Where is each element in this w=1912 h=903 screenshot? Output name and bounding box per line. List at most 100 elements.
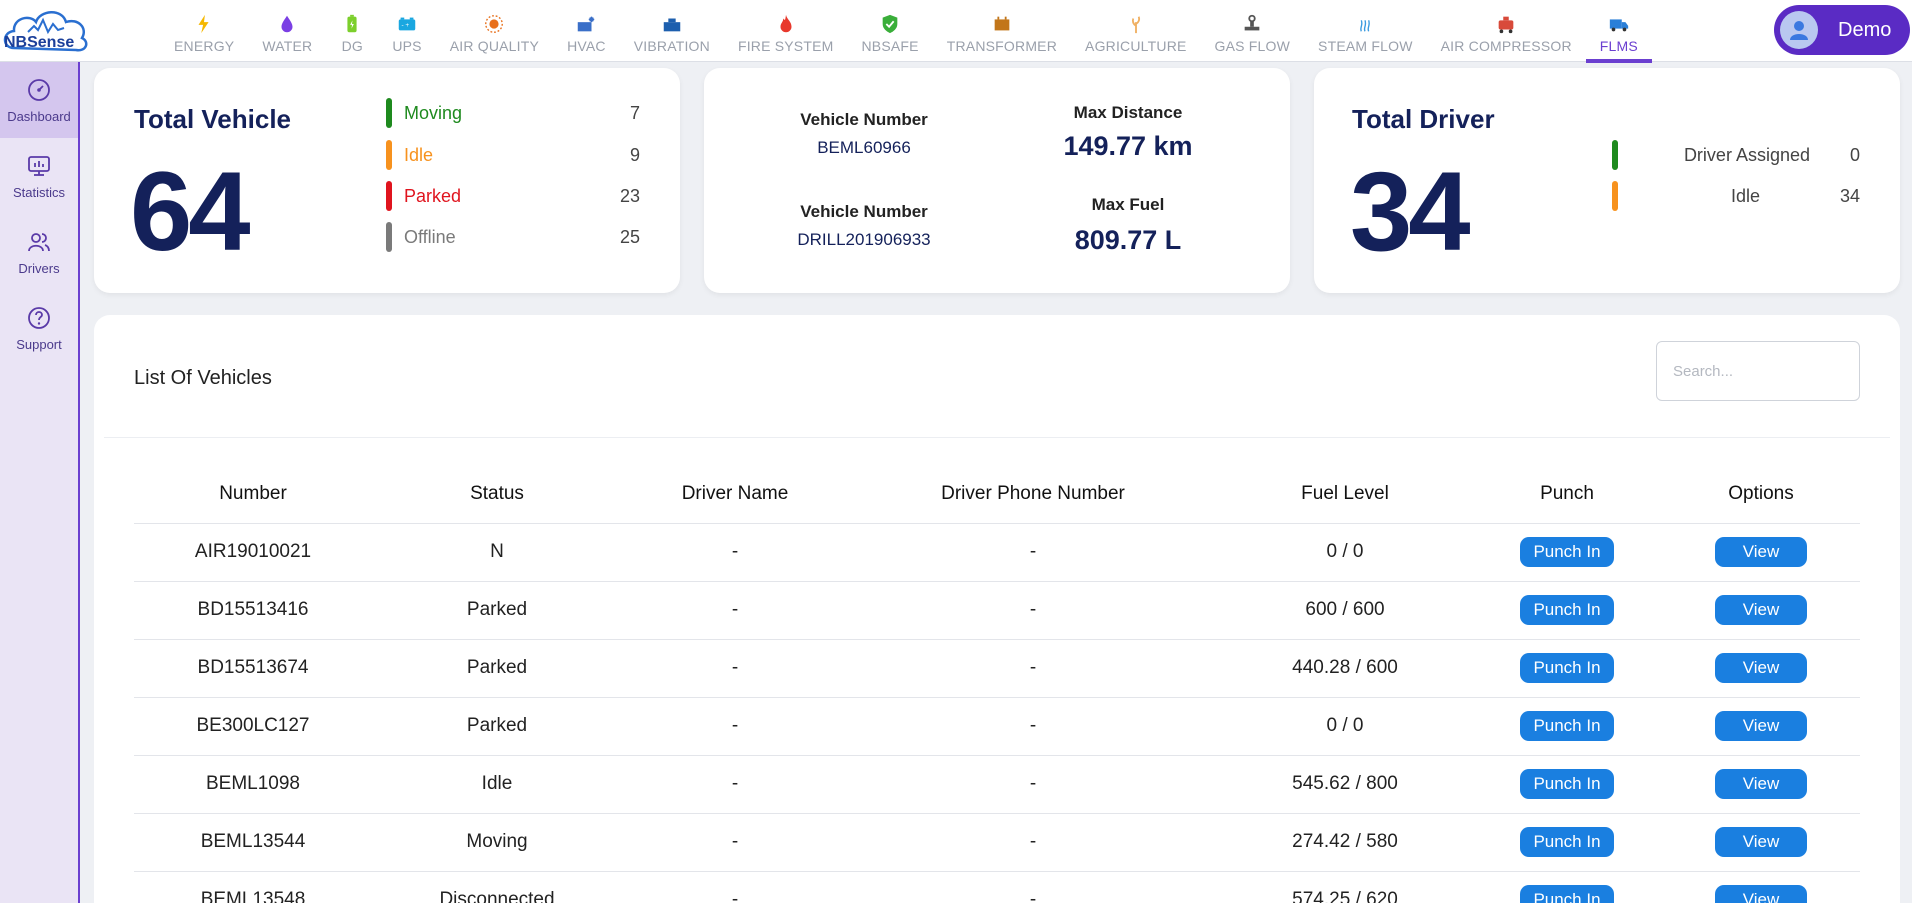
column-header-status[interactable]: Status <box>372 465 622 524</box>
nav-item-gas-flow[interactable]: GAS FLOW <box>1201 0 1305 62</box>
column-header-options[interactable]: Options <box>1662 465 1860 524</box>
shield-check-icon <box>878 12 902 36</box>
punch-in-button[interactable]: Punch In <box>1520 827 1614 857</box>
compressor-icon <box>1494 12 1518 36</box>
punch-cell: Punch In <box>1472 697 1662 756</box>
vehicle-stat-moving[interactable]: Moving <box>386 98 462 128</box>
driver-name-cell: - <box>622 813 848 872</box>
status-color-bar <box>386 98 392 128</box>
max-stats-card: Vehicle Number BEML60966 Max Distance 14… <box>704 68 1290 293</box>
sidebar-item-dashboard[interactable]: Dashboard <box>0 62 78 138</box>
max-fuel-value: 809.77 L <box>1074 225 1182 255</box>
punch-in-button[interactable]: Punch In <box>1520 769 1614 799</box>
steam-icon <box>1353 12 1377 36</box>
nav-item-air-compressor[interactable]: AIR COMPRESSOR <box>1427 0 1586 62</box>
sidebar-item-support[interactable]: Support <box>0 290 78 366</box>
view-button[interactable]: View <box>1715 653 1807 683</box>
nav-item-hvac[interactable]: HVAC <box>553 0 620 62</box>
fire-icon <box>774 12 798 36</box>
driver-phone-cell: - <box>848 871 1218 903</box>
vehicle-table: Number Status Driver Name Driver Phone N… <box>134 465 1860 903</box>
column-header-driver-phone[interactable]: Driver Phone Number <box>848 465 1218 524</box>
status-color-bar <box>386 140 392 170</box>
nav-item-fire-system[interactable]: FIRE SYSTEM <box>724 0 848 62</box>
max-distance-label: Max Distance <box>1073 103 1183 122</box>
vehicle-list-card: List Of Vehicles Number Status Driver Na… <box>94 315 1900 903</box>
table-row[interactable]: BEML13548 Disconnected - -574.25 / 620 Punch… <box>134 871 1860 903</box>
nav-item-vibration[interactable]: VIBRATION <box>620 0 724 62</box>
table-row[interactable]: BEML13544 Moving - -274.42 / 580 Punch In Vie… <box>134 813 1860 872</box>
hvac-icon <box>574 12 598 36</box>
column-header-driver-name[interactable]: Driver Name <box>622 465 848 524</box>
column-header-number[interactable]: Number <box>134 465 372 524</box>
view-button[interactable]: View <box>1715 711 1807 741</box>
view-button[interactable]: View <box>1715 769 1807 799</box>
user-menu-button[interactable]: Demo <box>1774 5 1910 55</box>
nav-item-ups[interactable]: - + UPS <box>378 0 435 62</box>
table-row[interactable]: AIR19010021 N - -0 / 0 Punch In View <box>134 523 1860 582</box>
punch-in-button[interactable]: Punch In <box>1520 653 1614 683</box>
table-row[interactable]: BD15513416 Parked - -600 / 600 Punch In View <box>134 581 1860 640</box>
max-fuel-vehicle-number: DRILL201906933 <box>797 230 931 249</box>
table-row[interactable]: BEML1098 Idle - -545.62 / 800 Punch In View <box>134 755 1860 814</box>
nav-item-energy[interactable]: ENERGY <box>160 0 248 62</box>
vehicle-number-cell: BEML1098 <box>134 755 372 814</box>
punch-in-button[interactable]: Punch In <box>1520 885 1614 903</box>
sidebar-item-drivers[interactable]: Drivers <box>0 214 78 290</box>
total-vehicle-title: Total Vehicle <box>134 104 292 134</box>
table-row[interactable]: BD15513674 Parked - -440.28 / 600 Punch In Vi… <box>134 639 1860 698</box>
battery-icon <box>340 12 364 36</box>
nav-item-flms[interactable]: FLMS <box>1585 0 1653 63</box>
column-header-fuel-level[interactable]: Fuel Level <box>1218 465 1472 524</box>
stat-value: 25 <box>619 227 640 247</box>
column-header-punch[interactable]: Punch <box>1472 465 1662 524</box>
search-input[interactable] <box>1656 341 1860 401</box>
driver-stat-idle[interactable] <box>1612 181 1618 211</box>
nav-item-nbsafe[interactable]: NBSAFE <box>848 0 933 62</box>
air-quality-icon <box>482 12 506 36</box>
driver-name-cell: - <box>622 523 848 582</box>
punch-cell: Punch In <box>1472 813 1662 872</box>
view-button[interactable]: View <box>1715 827 1807 857</box>
stat-label: Idle <box>1730 186 1760 206</box>
stat-value: 23 <box>619 186 640 206</box>
options-cell: View <box>1662 755 1860 814</box>
view-button[interactable]: View <box>1715 595 1807 625</box>
punch-cell: Punch In <box>1472 581 1662 640</box>
list-title: List Of Vehicles <box>134 367 272 389</box>
vehicle-stat-parked[interactable]: Parked <box>386 181 461 211</box>
fuel-level-cell: 0 / 0 <box>1218 697 1472 756</box>
sidebar-item-statistics[interactable]: Statistics <box>0 138 78 214</box>
nav-item-water[interactable]: WATER <box>248 0 326 62</box>
punch-in-button[interactable]: Punch In <box>1520 537 1614 567</box>
nav-item-dg[interactable]: DG <box>326 0 378 62</box>
user-avatar-icon <box>1780 11 1818 49</box>
driver-name-cell: - <box>622 871 848 903</box>
car-battery-icon: - + <box>395 12 419 36</box>
driver-phone-cell: - <box>848 581 1218 640</box>
driver-stat-assigned[interactable] <box>1612 140 1618 170</box>
fuel-level-cell: 600 / 600 <box>1218 581 1472 640</box>
svg-text:- +: - + <box>402 22 410 29</box>
punch-in-button[interactable]: Punch In <box>1520 711 1614 741</box>
nav-item-transformer[interactable]: TRANSFORMER <box>933 0 1071 62</box>
nav-item-agriculture[interactable]: AGRICULTURE <box>1071 0 1201 62</box>
total-driver-title: Total Driver <box>1352 104 1495 134</box>
view-button[interactable]: View <box>1715 885 1807 903</box>
vehicle-number-cell: BEML13544 <box>134 813 372 872</box>
nav-item-label: UPS <box>392 38 422 54</box>
nav-item-air-quality[interactable]: AIR QUALITY <box>436 0 553 62</box>
nbsense-logo[interactable]: NBSense <box>0 2 92 60</box>
vehicle-stat-idle[interactable]: Idle <box>386 140 433 170</box>
view-button[interactable]: View <box>1715 537 1807 567</box>
punch-in-button[interactable]: Punch In <box>1520 595 1614 625</box>
nav-item-steam-flow[interactable]: STEAM FLOW <box>1304 0 1427 62</box>
wheat-icon <box>1124 12 1148 36</box>
top-navbar: NBSense ENERGY WATER DG - + UPS AIR QUALITY HV… <box>0 0 1912 63</box>
max-distance-value: 149.77 km <box>1063 131 1193 161</box>
vehicle-stat-offline[interactable]: Offline <box>386 222 456 252</box>
nav-item-label: FLMS <box>1599 38 1638 54</box>
table-row[interactable]: BE300LC127 Parked - -0 / 0 Punch In View <box>134 697 1860 756</box>
driver-phone-cell: - <box>848 523 1218 582</box>
nav-item-label: GAS FLOW <box>1214 38 1291 54</box>
